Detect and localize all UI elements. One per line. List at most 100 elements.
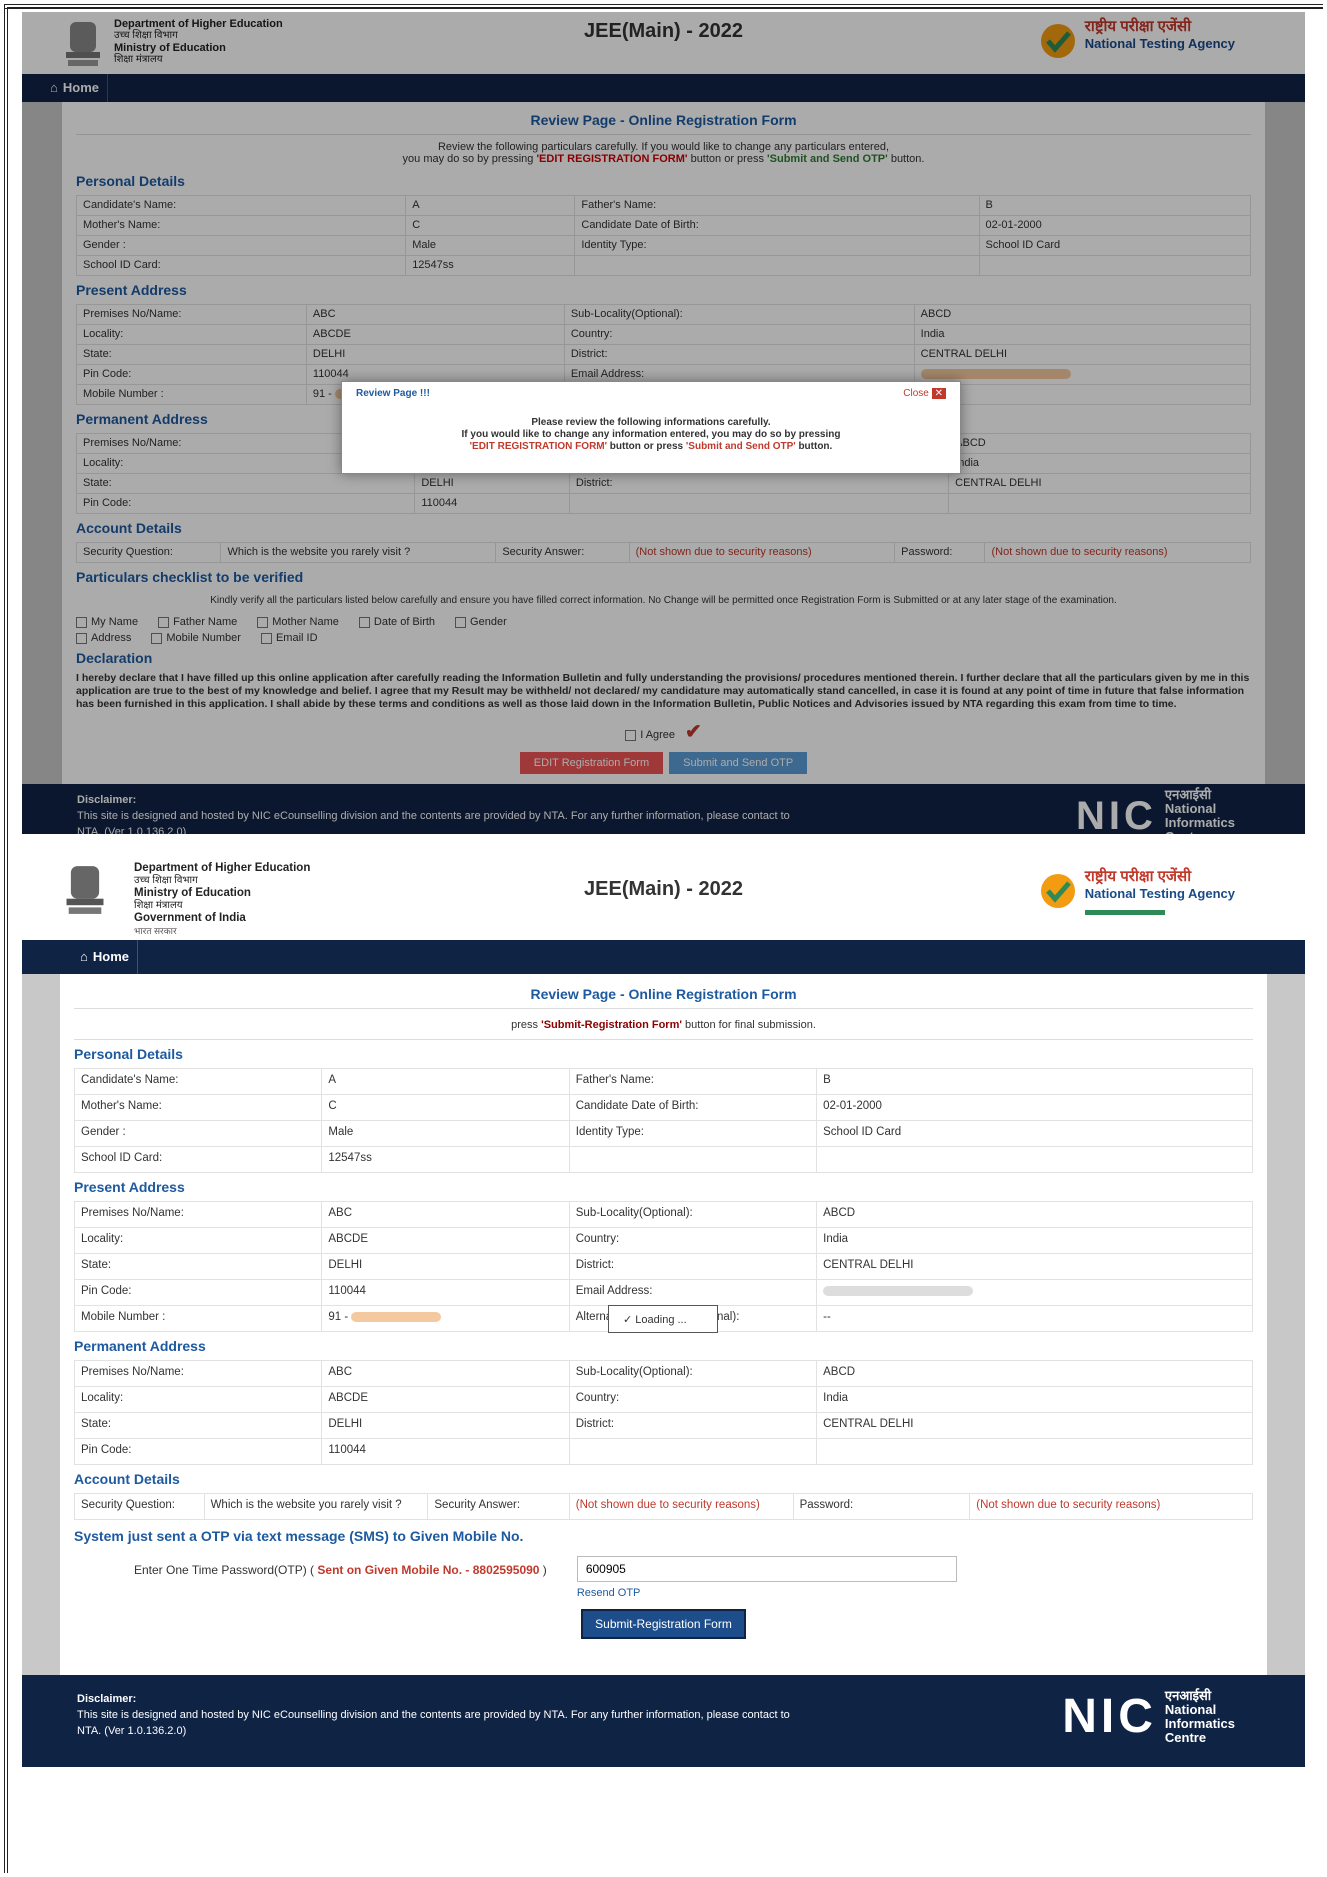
field-label: Security Question:: [74, 1493, 205, 1520]
field-value: CENTRAL DELHI: [816, 1253, 1253, 1280]
modal-close-label: Close: [903, 388, 929, 399]
empty-cell: [816, 1146, 1253, 1173]
otp-row: Enter One Time Password(OTP) ( Sent on G…: [134, 1556, 1253, 1599]
field-label: Password:: [792, 1493, 971, 1520]
table-row: Pin Code: 110044: [73, 1438, 1253, 1465]
field-label: Premises No/Name:: [73, 1360, 323, 1387]
screenshot-review-modal: Department of Higher Education उच्च शिक्…: [22, 12, 1305, 834]
section-permanent-address: Permanent Address: [74, 1338, 206, 1354]
review-note-text: button for final submission.: [681, 1019, 816, 1031]
nic-line: Centre: [1164, 1730, 1207, 1745]
table-row: Mother's Name: C Candidate Date of Birth: 0…: [73, 1094, 1253, 1121]
site-footer: Disclaimer: This site is designed and hos…: [22, 1675, 1305, 1767]
field-label: Mother's Name:: [73, 1094, 323, 1121]
field-label: Locality:: [73, 1227, 323, 1254]
field-label: Country:: [568, 1386, 818, 1413]
field-value: (Not shown due to security reasons): [568, 1493, 794, 1520]
loading-label: Loading ...: [635, 1314, 687, 1326]
review-note-submit: 'Submit-Registration Form': [541, 1019, 682, 1031]
table-row: Locality:ABCDECountry:India: [73, 1227, 1253, 1254]
table-row: Premises No/Name:ABCSub-Locality(Optiona…: [73, 1360, 1253, 1387]
field-value: B: [816, 1068, 1253, 1095]
field-value: ABC: [321, 1360, 570, 1387]
submit-row: Submit-Registration Form: [74, 1609, 1253, 1639]
field-value: ABCDE: [321, 1386, 570, 1413]
modal-line: Please review the following informations…: [531, 417, 771, 428]
field-value: Which is the website you rarely visit ?: [203, 1493, 429, 1520]
account-details-table: Security Question: Which is the website y…: [74, 1493, 1253, 1520]
home-icon: ⌂: [80, 949, 88, 964]
table-row: Locality:ABCDECountry:India: [73, 1386, 1253, 1413]
otp-mobile-notice: Sent on Given Mobile No. - 8802595090: [317, 1563, 540, 1577]
field-label: Pin Code:: [73, 1438, 323, 1465]
table-row: Candidate's Name: A Father's Name: B: [73, 1068, 1253, 1095]
nta-check-icon: [1040, 874, 1075, 908]
close-icon: ✕: [931, 388, 946, 399]
field-label: School ID Card:: [73, 1146, 323, 1173]
otp-label-text: Enter One Time Password(OTP) (: [134, 1563, 318, 1577]
empty-cell: [568, 1146, 818, 1173]
nic-text: एनआईसीNationalInformaticsCentre: [1165, 1689, 1235, 1745]
field-label: Candidate Date of Birth:: [568, 1094, 818, 1121]
field-label: State:: [73, 1412, 323, 1439]
field-value: A: [321, 1068, 570, 1095]
field-value: 110044: [321, 1279, 570, 1306]
field-value: 12547ss: [321, 1146, 570, 1173]
field-value: --: [816, 1305, 1253, 1332]
review-note-text: press: [511, 1019, 542, 1031]
field-label: Premises No/Name:: [73, 1201, 323, 1228]
modal-title: Review Page !!!: [356, 388, 430, 399]
otp-input[interactable]: [576, 1556, 957, 1582]
otp-label: Enter One Time Password(OTP) ( Sent on G…: [134, 1563, 547, 1577]
nic-wordmark: NIC: [1062, 1690, 1157, 1743]
field-label: Identity Type:: [568, 1120, 818, 1147]
review-modal: Review Page !!! Close ✕ Please review the…: [341, 381, 961, 474]
resend-otp-link[interactable]: Resend OTP: [577, 1587, 957, 1599]
field-value: ABC: [321, 1201, 570, 1228]
field-label: Mobile Number :: [73, 1305, 323, 1332]
nic-line: Informatics: [1164, 1716, 1235, 1731]
personal-details-table: Candidate's Name: A Father's Name: B Mother…: [73, 1068, 1253, 1173]
section-otp-sent: System just sent a OTP via text message …: [74, 1528, 524, 1544]
nta-tagline-bar: [1084, 910, 1165, 915]
field-label: Locality:: [73, 1386, 323, 1413]
table-row: Gender : Male Identity Type: School ID Card: [73, 1120, 1253, 1147]
review-note: press 'Submit-Registration Form' button …: [74, 1009, 1253, 1040]
table-row: State: DELHI District: CENTRAL DELHI: [73, 1253, 1253, 1280]
modal-line-text: button.: [795, 441, 833, 452]
field-value: India: [816, 1227, 1253, 1254]
table-row: School ID Card: 12547ss: [73, 1146, 1253, 1173]
field-value: India: [816, 1386, 1253, 1413]
field-value: CENTRAL DELHI: [816, 1412, 1253, 1439]
field-label: Gender :: [73, 1120, 323, 1147]
section-personal-details: Personal Details: [74, 1046, 183, 1062]
field-label: Candidate's Name:: [73, 1068, 323, 1095]
field-label: State:: [73, 1253, 323, 1280]
submit-registration-button[interactable]: Submit-Registration Form: [581, 1609, 746, 1639]
nav-home[interactable]: ⌂ Home: [72, 940, 138, 974]
site-header: Department of Higher Education उच्च शिक्…: [22, 848, 1305, 940]
otp-box: Resend OTP: [576, 1556, 957, 1599]
dept-line: शिक्षा मंत्रालय: [134, 899, 183, 911]
nta-logo: राष्ट्रीय परीक्षा एजेंसी National Testing…: [1039, 868, 1235, 916]
field-label: Sub-Locality(Optional):: [568, 1360, 818, 1387]
field-value: (Not shown due to security reasons): [969, 1493, 1253, 1520]
table-row: Security Question: Which is the website y…: [74, 1493, 1253, 1520]
email-value-redacted: [816, 1279, 1253, 1306]
modal-otp-ref: 'Submit and Send OTP': [685, 441, 796, 452]
field-value: ABCDE: [321, 1227, 570, 1254]
navbar: ⌂ Home: [22, 940, 1305, 974]
empty-cell: [816, 1438, 1253, 1465]
screenshot-otp-page: Department of Higher Education उच्च शिक्…: [22, 848, 1305, 1816]
field-value: DELHI: [321, 1253, 570, 1280]
nav-home-label: Home: [92, 949, 129, 964]
empty-cell: [568, 1438, 818, 1465]
disclaimer-title: Disclaimer:: [77, 1693, 137, 1705]
table-row: State: DELHI District: CENTRAL DELHI: [73, 1412, 1253, 1439]
field-value: School ID Card: [816, 1120, 1253, 1147]
spinner-icon: ✓: [623, 1314, 633, 1326]
field-label: District:: [568, 1253, 818, 1280]
field-label: Security Answer:: [427, 1493, 570, 1520]
modal-close-button[interactable]: Close ✕: [903, 388, 946, 399]
modal-edit-ref: 'EDIT REGISTRATION FORM': [469, 441, 607, 452]
